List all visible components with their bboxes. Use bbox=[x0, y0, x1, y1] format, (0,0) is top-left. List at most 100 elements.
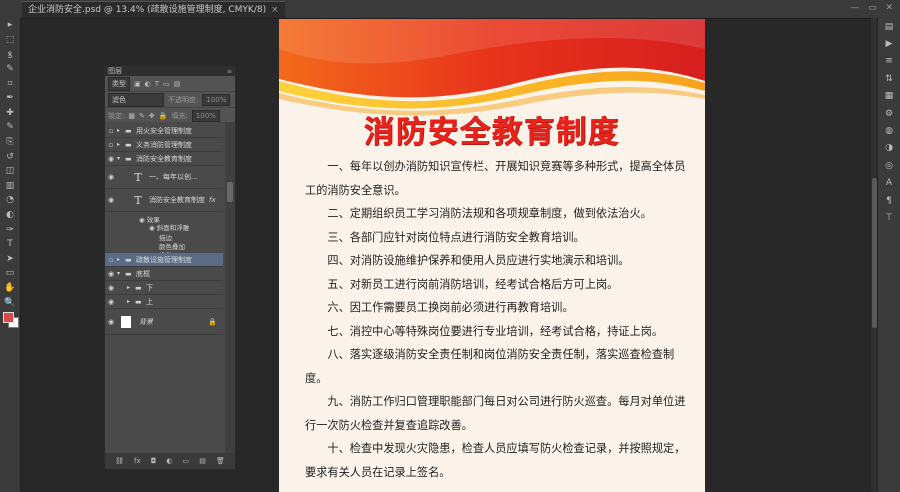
shape-icon[interactable]: ▭ bbox=[0, 266, 20, 281]
channels-icon[interactable]: ◑ bbox=[878, 140, 900, 157]
eye-icon[interactable]: ◉ bbox=[105, 196, 117, 204]
effect-item[interactable]: ◉ 斜面和浮雕 bbox=[149, 222, 189, 232]
type-icon[interactable]: T bbox=[0, 237, 20, 252]
chevron-right-icon[interactable]: ▸ bbox=[127, 298, 135, 305]
eye-icon[interactable]: ◉ bbox=[105, 270, 117, 278]
layers-panel-icon[interactable]: ◍ bbox=[878, 122, 900, 139]
filter-pixel-icon[interactable]: ▣ bbox=[134, 80, 141, 88]
document-canvas[interactable]: 消防安全教育制度 一、每年以创办消防知识宣传栏、开展知识竞赛等多种形式，提高全体… bbox=[279, 19, 705, 492]
fx-icon[interactable]: fx bbox=[134, 457, 141, 465]
layer-row[interactable]: ◉ ▸ ▬ 下 bbox=[105, 281, 223, 295]
layer-effects-indicator[interactable]: fx bbox=[209, 196, 216, 204]
move-icon[interactable]: ▸ bbox=[0, 18, 20, 33]
healing-icon[interactable]: ✚ bbox=[0, 106, 20, 121]
chevron-right-icon[interactable]: ▸ bbox=[117, 127, 125, 134]
lock-all-icon[interactable]: 🔒 bbox=[159, 112, 168, 120]
blur-icon[interactable]: ◔ bbox=[0, 193, 20, 208]
character-icon[interactable]: A bbox=[878, 175, 900, 192]
paths-icon[interactable]: ◎ bbox=[878, 157, 900, 174]
eye-icon[interactable]: ◉ bbox=[105, 318, 117, 326]
gradient-icon[interactable]: ▥ bbox=[0, 179, 20, 194]
new-layer-icon[interactable]: ▤ bbox=[199, 457, 206, 465]
actions-icon[interactable]: ▶ bbox=[878, 35, 900, 52]
chevron-down-icon[interactable]: ▾ bbox=[117, 155, 125, 162]
layers-panel-title: 图层 bbox=[108, 67, 122, 75]
lock-position-icon[interactable]: ✥ bbox=[149, 112, 155, 120]
history-brush-icon[interactable]: ↺ bbox=[0, 149, 20, 164]
layer-row[interactable]: ◉ T 一、每年以创... bbox=[105, 166, 223, 189]
layer-row[interactable]: ◉ ▾ ▬ 消防安全教育制度 bbox=[105, 152, 223, 166]
document-paragraph: 七、消控中心等特殊岗位要进行专业培训，经考试合格，持证上岗。 bbox=[327, 324, 664, 338]
hand-icon[interactable]: ✋ bbox=[0, 281, 20, 296]
glyphs-icon[interactable]: ⊤ bbox=[878, 209, 900, 226]
layer-thumbnail bbox=[121, 315, 131, 328]
layer-row[interactable]: ▫ ▸ ▬ 用火安全管理制度 bbox=[105, 124, 223, 138]
group-icon[interactable]: ▭ bbox=[183, 457, 190, 465]
foreground-color-swatch[interactable] bbox=[3, 312, 14, 323]
layer-row[interactable]: ◉ ▾ ▬ 底框 bbox=[105, 267, 223, 281]
marquee-icon[interactable]: ⬚ bbox=[0, 33, 20, 48]
blend-mode-select[interactable]: 滤色 bbox=[108, 92, 164, 107]
crop-icon[interactable]: ⌗ bbox=[0, 76, 20, 91]
paragraph-icon[interactable]: ¶ bbox=[878, 192, 900, 209]
eye-icon[interactable]: ◉ bbox=[105, 155, 117, 163]
chevron-down-icon[interactable]: ▾ bbox=[117, 270, 125, 277]
layer-row[interactable]: ◉ ▸ ▬ 上 bbox=[105, 295, 223, 309]
eye-hidden-icon[interactable]: ▫ bbox=[105, 141, 117, 149]
eye-hidden-icon[interactable]: ▫ bbox=[105, 127, 117, 135]
swatches-icon[interactable]: ▦ bbox=[878, 88, 900, 105]
layer-row[interactable]: ▫ ▸ ▬ 义务消防管理制度 bbox=[105, 138, 223, 152]
layers-scrollbar[interactable] bbox=[225, 122, 235, 453]
document-tab[interactable]: 企业消防安全.psd @ 13.4% (疏散设施管理制度, CMYK/8) × bbox=[22, 1, 285, 18]
fill-input[interactable]: 100% bbox=[191, 109, 220, 122]
opacity-input[interactable]: 100% bbox=[202, 93, 231, 106]
close-icon[interactable]: × bbox=[271, 5, 279, 15]
filter-smart-icon[interactable]: ▤ bbox=[174, 80, 181, 88]
filter-row: 类型 ▣ ◐ T ▭ ▤ bbox=[105, 76, 235, 92]
filter-shape-icon[interactable]: ▭ bbox=[163, 80, 170, 88]
window-controls[interactable]: — ▭ ✕ bbox=[850, 3, 896, 13]
filter-type-icon[interactable]: T bbox=[155, 80, 159, 88]
layers-panel: 图层 ≡ 类型 ▣ ◐ T ▭ ▤ 滤色 不透明度: 100% 锁定: ▦ ✎ … bbox=[104, 65, 236, 470]
chevron-right-icon[interactable]: ▸ bbox=[127, 284, 135, 291]
layers-list: ▫ ▸ ▬ 用火安全管理制度 ▫ ▸ ▬ 义务消防管理制度 ◉ ▾ ▬ 消防安全教育制度 ◉ T 一、每年以… bbox=[105, 122, 235, 453]
properties-icon[interactable]: ⇅ bbox=[878, 70, 900, 87]
document-paragraph: 四、对消防设施维护保养和使用人员应进行实地演示和培训。 bbox=[327, 254, 630, 267]
eye-hidden-icon[interactable]: ▫ bbox=[105, 256, 117, 264]
filter-kind-select[interactable]: 类型 bbox=[108, 76, 130, 91]
brush-icon[interactable]: ✎ bbox=[0, 120, 20, 135]
eye-icon[interactable]: ◉ bbox=[105, 173, 117, 181]
lasso-icon[interactable]: ꝸ bbox=[0, 47, 20, 62]
layers-scrollbar-thumb[interactable] bbox=[227, 182, 233, 202]
document-paragraph: 一、每年以创办消防知识宣传栏、开展知识竞赛等多种形式，提高全体员工的消防安全意识… bbox=[305, 160, 686, 197]
chevron-right-icon[interactable]: ▸ bbox=[117, 141, 125, 148]
eye-icon[interactable]: ◉ bbox=[105, 298, 117, 306]
mask-icon[interactable]: ◘ bbox=[151, 457, 157, 465]
history-icon[interactable]: ▤ bbox=[878, 18, 900, 35]
document-paragraph: 十、检查中发现火灾隐患，检查人员应填写防火检查记录，并按照规定，要求有关人员在记… bbox=[305, 442, 686, 479]
document-paragraph: 九、消防工作归口管理职能部门每日对公司进行防火巡查。每月对单位进行一次防火检查并… bbox=[305, 395, 686, 432]
text-layer-icon: T bbox=[134, 170, 142, 184]
link-icon[interactable]: ⛓ bbox=[115, 457, 124, 465]
layer-row[interactable]: ◉ 背景 🔒 bbox=[105, 309, 223, 335]
adjustments-icon[interactable]: ≡ bbox=[878, 53, 900, 70]
styles-icon[interactable]: ⚙ bbox=[878, 105, 900, 122]
lock-transparent-icon[interactable]: ▦ bbox=[128, 112, 135, 120]
quick-select-icon[interactable]: ✎ bbox=[0, 62, 20, 77]
chevron-right-icon[interactable]: ▸ bbox=[117, 256, 125, 263]
eraser-icon[interactable]: ◫ bbox=[0, 164, 20, 179]
layer-row[interactable]: ◉ T 消防安全教育制度 fx bbox=[105, 189, 223, 212]
filter-adjust-icon[interactable]: ◐ bbox=[145, 80, 151, 88]
panel-menu-icon[interactable]: ≡ bbox=[227, 68, 232, 75]
eyedropper-icon[interactable]: ✒ bbox=[0, 91, 20, 106]
path-select-icon[interactable]: ➤ bbox=[0, 252, 20, 267]
lock-image-icon[interactable]: ✎ bbox=[139, 112, 145, 120]
adjustment-icon[interactable]: ◐ bbox=[166, 457, 172, 465]
dodge-icon[interactable]: ◐ bbox=[0, 208, 20, 223]
eye-icon[interactable]: ◉ bbox=[105, 284, 117, 292]
stamp-icon[interactable]: ⎘ bbox=[0, 135, 20, 150]
zoom-icon[interactable]: 🔍 bbox=[0, 295, 20, 310]
layer-row[interactable]: ▫ ▸ ▬ 疏散设施管理制度 bbox=[105, 253, 223, 267]
pen-icon[interactable]: ✑ bbox=[0, 222, 20, 237]
trash-icon[interactable]: 🗑 bbox=[216, 457, 225, 465]
